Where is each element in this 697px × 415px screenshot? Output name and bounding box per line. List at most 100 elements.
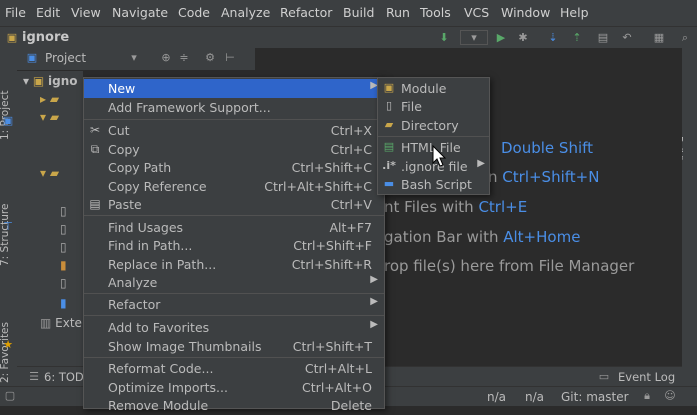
- menu-item-copy[interactable]: ⧉ Copy Ctrl+C: [84, 140, 384, 159]
- tree-item[interactable]: ▸ ▰: [40, 92, 59, 106]
- menu-separator: [84, 119, 384, 120]
- menu-item-copy-reference[interactable]: Copy Reference Ctrl+Alt+Shift+C: [84, 177, 384, 196]
- submenu-arrow-icon: ▶: [370, 274, 378, 285]
- menu-vcs[interactable]: VCS: [464, 5, 489, 20]
- menu-item-find-usages[interactable]: Find Usages Alt+F7: [84, 218, 384, 237]
- collapse-all-icon[interactable]: ≑: [177, 51, 191, 65]
- tree-file[interactable]: ▮: [60, 258, 67, 272]
- submenu-arrow-icon: ▶: [370, 296, 378, 307]
- submenu-item-directory[interactable]: ▰ Directory: [378, 116, 489, 135]
- undo-icon[interactable]: ↶: [620, 31, 634, 45]
- ignore-icon: .i*: [382, 159, 396, 172]
- menu-refactor[interactable]: Refactor: [280, 5, 332, 20]
- context-menu: New ▶ Add Framework Support... ✂ Cut Ctr…: [83, 77, 385, 413]
- run-icon[interactable]: ▶: [494, 31, 508, 45]
- chevron-down-icon[interactable]: ▾: [127, 51, 141, 65]
- menu-run[interactable]: Run: [386, 5, 410, 20]
- submenu-arrow-icon: ▶: [370, 319, 378, 330]
- inspector-icon[interactable]: ☺: [663, 389, 677, 403]
- menu-item-cut[interactable]: ✂ Cut Ctrl+X: [84, 121, 384, 140]
- menu-item-label: Cut: [108, 123, 130, 138]
- submenu-item-label: Bash Script: [401, 177, 472, 192]
- locate-icon[interactable]: ⊕: [159, 51, 173, 65]
- html-icon: ▤: [383, 140, 395, 153]
- project-view-icon: ▣: [26, 51, 38, 64]
- menu-navigate[interactable]: Navigate: [112, 5, 168, 20]
- menu-item-find-in-path[interactable]: Find in Path... Ctrl+Shift+F: [84, 236, 384, 255]
- tab-favorites[interactable]: 2: Favorites: [0, 322, 11, 383]
- menu-tools[interactable]: Tools: [420, 5, 451, 20]
- tab-structure[interactable]: 7: Structure: [0, 204, 11, 266]
- menu-window[interactable]: Window: [501, 5, 550, 20]
- menu-item-remove-module[interactable]: Remove Module Delete: [84, 396, 384, 415]
- project-structure-icon[interactable]: ▦: [652, 31, 666, 45]
- file-icon: ▯: [385, 99, 393, 112]
- lock-icon[interactable]: 🔒︎: [640, 389, 654, 403]
- menu-item-label: Reformat Code...: [108, 361, 214, 376]
- menu-item-copy-path[interactable]: Copy Path Ctrl+Shift+C: [84, 158, 384, 177]
- hint-text: rop file(s) here from File Manager: [384, 257, 635, 275]
- menu-item-reformat-code[interactable]: Reformat Code... Ctrl+Alt+L: [84, 359, 384, 378]
- project-panel-header: ▣ Project ▾ ⊕ ≑ ⚙ ⊢: [17, 48, 255, 71]
- submenu-item-file[interactable]: ▯ File: [378, 97, 489, 116]
- vcs-update-icon[interactable]: ⇣: [546, 31, 560, 45]
- tree-file[interactable]: ▯: [60, 240, 67, 254]
- toggle-panels-icon[interactable]: ▢: [3, 389, 17, 403]
- menu-shortcut: Ctrl+Shift+C: [291, 160, 372, 175]
- tree-file[interactable]: ▯: [60, 222, 67, 236]
- build-icon[interactable]: ⬇: [437, 31, 451, 45]
- scissors-icon: ✂: [89, 123, 101, 137]
- hint-recent-files: nt Files with Ctrl+E: [384, 198, 527, 216]
- tab-todo[interactable]: 6: TOD: [44, 370, 84, 384]
- debug-icon[interactable]: ✱: [516, 31, 530, 45]
- tree-root-row[interactable]: ▾ ▣ igno: [23, 74, 78, 88]
- project-view-dropdown[interactable]: Project: [45, 51, 86, 65]
- submenu-item-bash-script[interactable]: ▬ Bash Script: [378, 175, 489, 194]
- menu-shortcut: Ctrl+Alt+L: [304, 361, 372, 376]
- tree-file[interactable]: ▯: [60, 204, 67, 218]
- left-tool-stripe: 1: Project ▣ 7: Structure ⊤ 2: Favorites…: [0, 48, 17, 388]
- vcs-commit-icon[interactable]: ⇡: [570, 31, 584, 45]
- menu-shortcut: Ctrl+X: [330, 123, 372, 138]
- hint-navigation-bar: gation Bar with Alt+Home: [384, 228, 580, 246]
- search-icon[interactable]: ⌕: [678, 31, 692, 45]
- project-folder-icon: ▣: [6, 31, 18, 44]
- vcs-history-icon[interactable]: ▤: [596, 31, 610, 45]
- menu-item-new[interactable]: New ▶: [84, 79, 384, 98]
- hint-search-everywhere: Double Shift: [501, 139, 593, 157]
- menu-item-show-thumbnails[interactable]: Show Image Thumbnails Ctrl+Shift+T: [84, 337, 384, 356]
- menu-view[interactable]: View: [71, 5, 101, 20]
- menu-analyze[interactable]: Analyze: [221, 5, 270, 20]
- menu-item-optimize-imports[interactable]: Optimize Imports... Ctrl+Alt+O: [84, 378, 384, 397]
- tree-file[interactable]: ▮: [60, 296, 67, 310]
- tree-file[interactable]: ▯: [60, 276, 67, 290]
- menu-code[interactable]: Code: [178, 5, 210, 20]
- hide-panel-icon[interactable]: ⊢: [223, 51, 237, 65]
- tree-item[interactable]: ▾ ▰: [40, 110, 59, 124]
- menu-item-refactor[interactable]: Refactor ▶: [84, 295, 384, 314]
- menu-build[interactable]: Build: [343, 5, 374, 20]
- nav-project-title[interactable]: ignore: [22, 30, 69, 45]
- gear-icon[interactable]: ⚙: [203, 51, 217, 65]
- submenu-item-label: Module: [401, 81, 447, 96]
- structure-icon: ⊤: [3, 220, 13, 233]
- git-branch-status[interactable]: Git: master: [561, 390, 629, 404]
- menu-item-add-framework[interactable]: Add Framework Support...: [84, 98, 384, 117]
- run-config-dropdown[interactable]: ▾: [460, 30, 488, 45]
- menu-edit[interactable]: Edit: [36, 5, 60, 20]
- tree-item[interactable]: ▾ ▰: [40, 166, 59, 180]
- menu-item-label: Replace in Path...: [108, 257, 217, 272]
- submenu-item-module[interactable]: ▣ Module: [378, 79, 489, 98]
- menu-shortcut: Ctrl+Shift+F: [293, 238, 372, 253]
- menu-help[interactable]: Help: [560, 5, 589, 20]
- tab-event-log[interactable]: Event Log: [618, 370, 675, 384]
- menu-item-label: Find in Path...: [108, 238, 193, 253]
- menu-item-label: Analyze: [108, 275, 158, 290]
- menu-item-replace-in-path[interactable]: Replace in Path... Ctrl+Shift+R: [84, 255, 384, 274]
- star-icon: ★: [3, 338, 13, 351]
- tree-external-libraries[interactable]: ▥ Exte: [40, 316, 82, 330]
- menu-item-paste[interactable]: ▤ Paste Ctrl+V: [84, 195, 384, 214]
- menu-file[interactable]: File: [5, 5, 26, 20]
- menu-item-analyze[interactable]: Analyze ▶: [84, 273, 384, 292]
- menu-item-add-to-favorites[interactable]: Add to Favorites ▶: [84, 318, 384, 337]
